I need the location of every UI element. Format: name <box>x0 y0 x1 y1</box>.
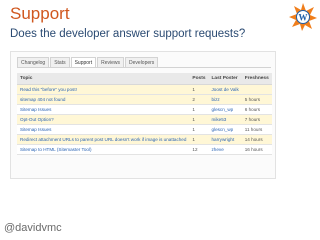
posts-count: 1 <box>189 124 209 135</box>
posts-count: 1 <box>189 114 209 125</box>
posts-count: 1 <box>189 84 209 95</box>
slide-subtitle: Does the developer answer support reques… <box>10 28 246 40</box>
table-header-row: Topic Posts Last Poster Freshness <box>17 73 272 85</box>
table-row: Redirect attachment URLs to parent post … <box>17 134 272 145</box>
freshness: 6 hours <box>241 104 272 115</box>
posts-count: 12 <box>189 144 209 155</box>
tab-changelog[interactable]: Changelog <box>17 57 50 67</box>
svg-text:W: W <box>299 13 308 23</box>
last-poster-link[interactable]: glescn_wp <box>208 104 242 115</box>
column-header-freshness[interactable]: Freshness <box>241 73 272 85</box>
tab-developers[interactable]: Developers <box>125 57 159 67</box>
topic-link[interactable]: Opt-Out Option? <box>17 114 190 125</box>
wordpress-logo-icon: W <box>289 3 317 31</box>
column-header-posts[interactable]: Posts <box>189 73 209 85</box>
column-header-last-poster[interactable]: Last Poster <box>208 73 242 85</box>
slide-title: Support <box>10 4 70 23</box>
author-handle: @davidvmc <box>4 222 62 234</box>
posts-count: 1 <box>189 104 209 115</box>
topic-link[interactable]: Sitemap to HTML (Sitemaster Tool) <box>17 144 190 155</box>
freshness: 14 hours <box>241 134 272 145</box>
topic-link[interactable]: sitemap 404 not found <box>17 94 190 105</box>
column-header-topic[interactable]: Topic <box>17 73 190 85</box>
table-row: sitemap 404 not found 2 bizz 5 hours <box>17 94 272 105</box>
table-row: Sitemap Issues 1 glescn_wp 6 hours <box>17 104 272 115</box>
topic-link[interactable]: Redirect attachment URLs to parent post … <box>17 134 190 145</box>
freshness: 16 hours <box>241 144 272 155</box>
table-row: Sitemap Issues 1 glescn_wp 11 hours <box>17 124 272 135</box>
freshness: 5 hours <box>241 94 272 105</box>
support-topics-table: Topic Posts Last Poster Freshness Read t… <box>17 73 272 155</box>
tab-stats[interactable]: Stats <box>50 57 70 67</box>
last-poster-link[interactable]: Joost de Valk <box>208 84 242 95</box>
tab-divider <box>17 67 271 68</box>
posts-count: 1 <box>189 134 209 145</box>
last-poster-link[interactable]: mike53 <box>208 114 242 125</box>
freshness: 7 hours <box>241 114 272 125</box>
table-row: Read this "before" you post! 1 Joost de … <box>17 84 272 95</box>
tab-reviews[interactable]: Reviews <box>97 57 125 67</box>
last-poster-link[interactable]: zheve <box>208 144 242 155</box>
topic-link[interactable]: Sitemap Issues <box>17 104 190 115</box>
topic-link[interactable]: Sitemap Issues <box>17 124 190 135</box>
last-poster-link[interactable]: glescn_wp <box>208 124 242 135</box>
freshness <box>241 84 272 95</box>
freshness: 11 hours <box>241 124 272 135</box>
topic-link[interactable]: Read this "before" you post! <box>17 84 190 95</box>
table-row: Sitemap to HTML (Sitemaster Tool) 12 zhe… <box>17 144 272 155</box>
last-poster-link[interactable]: harrywright <box>208 134 242 145</box>
table-row: Opt-Out Option? 1 mike53 7 hours <box>17 114 272 125</box>
plugin-support-screenshot: Changelog Stats Support Reviews Develope… <box>10 51 276 179</box>
tab-support[interactable]: Support <box>70 57 97 67</box>
posts-count: 2 <box>189 94 209 105</box>
last-poster-link[interactable]: bizz <box>208 94 242 105</box>
